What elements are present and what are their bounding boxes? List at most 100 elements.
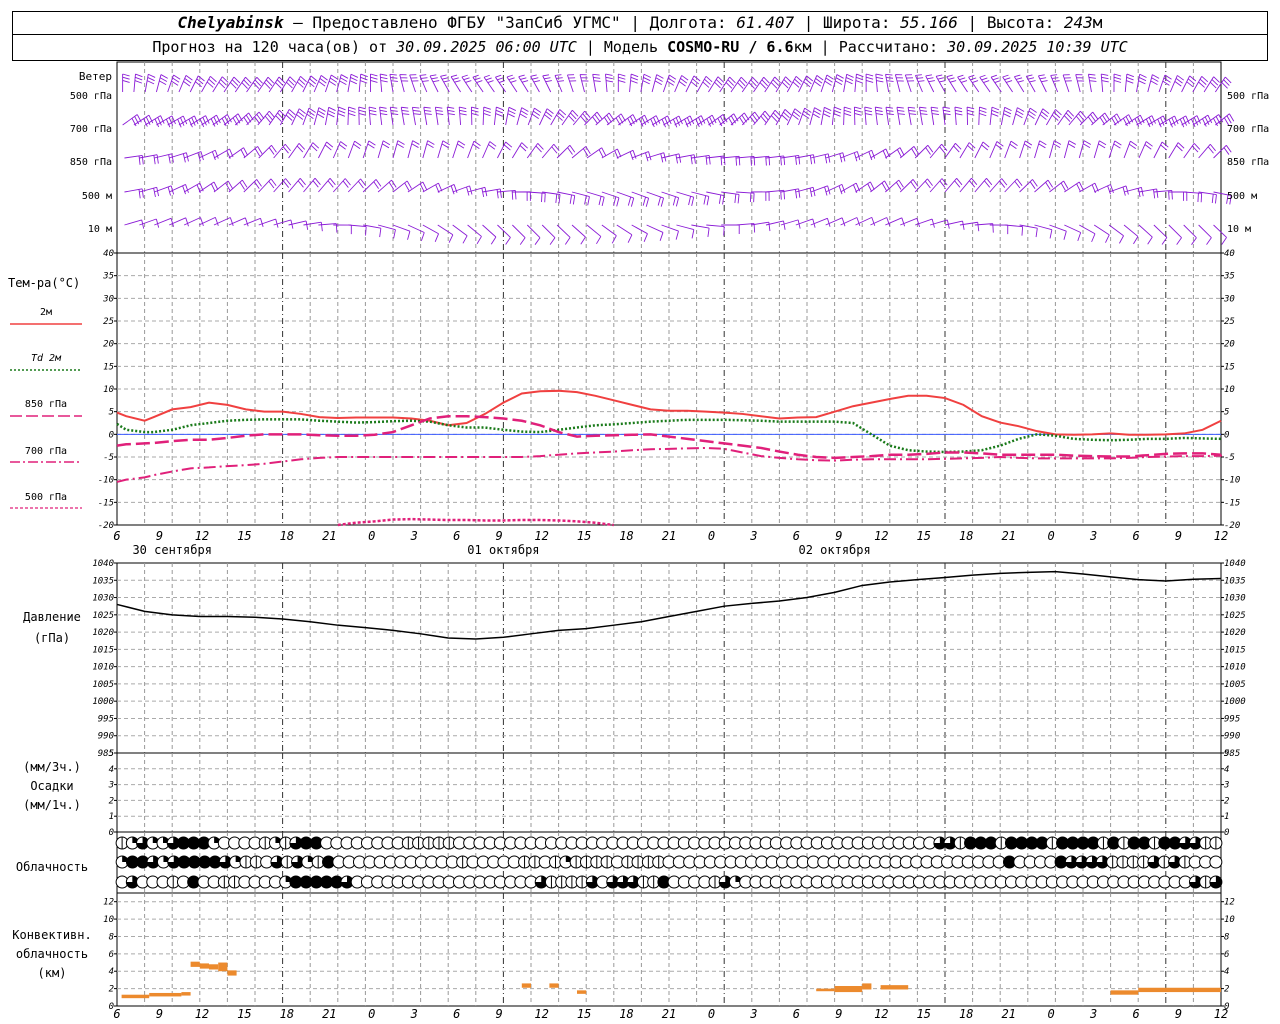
y-tick-label-right: 5 [1224,749,1229,759]
wind-barb [1138,141,1153,159]
y-tick-label-right: 20 [1224,340,1235,350]
y-tick-label: 990 [98,732,114,742]
wind-barb [1019,179,1038,193]
wind-barb [1063,140,1076,159]
wind-barb [567,74,577,93]
wind-barb [512,191,531,201]
wind-barb [919,106,928,126]
conv-title-3: (км) [38,966,67,980]
y-tick-label-right: 1025 [1224,611,1246,621]
wind-barb [617,73,626,93]
y-tick-label: 6 [109,950,114,960]
wind-barb [820,106,832,126]
wind-barb [288,177,306,193]
wind-barb [1213,224,1227,245]
conv-cloud-bar [1110,990,1139,995]
y-tick-label: 5 [109,408,114,418]
wind-barb [753,76,770,93]
x-hour-label-bottom: 12 [195,1007,209,1021]
wind-barb [631,191,650,207]
y-tick-label: 1000 [92,697,114,707]
cloud-title: Облачность [16,860,88,874]
y-tick-label-right: 1010 [1224,663,1246,673]
wind-barb [646,191,665,207]
wind-barb [601,191,620,207]
wind-barb [1078,140,1092,159]
wind-barb [1169,75,1185,93]
y-tick-label: 5 [109,749,114,759]
x-hour-label: 12 [874,529,888,543]
legend-td-label: Td 2м [31,353,62,364]
wind-barb [347,106,356,126]
wind-barb [629,73,639,93]
wind-barb [930,106,940,126]
wind-barb [730,76,748,93]
wind-barb [706,191,725,205]
x-hour-label: 9 [835,529,842,543]
x-hour-label: 12 [1214,529,1228,543]
x-hour-label: 15 [917,529,931,543]
wind-barb [730,112,750,126]
x-hour-label-bottom: 12 [534,1007,548,1021]
pressure-unit: (гПа) [34,631,70,645]
y-tick-label-right: 4 [1224,765,1229,775]
wind-barb [526,143,544,159]
wind-barb [419,74,429,93]
wind-barb [1002,74,1013,93]
y-tick-label: 35 [102,272,114,282]
wind-barb [497,224,511,245]
y-tick-label-right: 30 [1223,294,1235,304]
wind-barb [437,224,454,243]
y-tick-label: 10 [103,915,114,925]
wind-barb [944,177,963,193]
wind-barb [1158,74,1172,93]
y-tick-label-right: -10 [1224,476,1240,486]
wind-barb [347,140,362,159]
x-hour-label: 0 [1048,529,1055,543]
wind-barb [907,106,917,126]
wind-barb [541,143,560,159]
wind-barb [155,74,168,93]
meteogram: -20 -20-15 -15-10 -10-5 -50 05 510 1015 1520 2025… [8,61,1269,1021]
x-hour-label: 21 [1001,529,1015,543]
wind-barb [885,106,894,126]
y-tick-label: 995 [98,714,114,724]
y-tick-label-right: 990 [1224,732,1240,742]
wind-barb [472,74,484,93]
y-tick-label-right: 1035 [1224,576,1246,586]
wind-barb [601,224,617,244]
y-tick-label-right: 1020 [1224,628,1246,638]
x-hour-label: 6 [453,529,460,543]
conv-cloud-bar [577,990,587,994]
x-hour-label: 3 [410,529,418,543]
wind-barb [929,143,948,159]
x-hour-label-bottom: 3 [749,1007,757,1021]
y-tick-label-right: 12 [1224,898,1235,908]
wind-barb [243,146,263,159]
y-tick-label: 20 [103,340,114,350]
wind-barb [302,107,316,126]
wind-barb [324,74,339,93]
wind-barb [377,140,391,159]
wind-barb [530,74,540,93]
wind-barb [706,155,726,166]
conv-cloud-bar [121,994,150,999]
wind-barb [497,141,513,159]
y-tick-label: 1025 [92,611,114,621]
x-hour-label: 0 [708,529,715,543]
conv-cloud-bar [190,961,200,967]
y-tick-label: 1 [109,812,114,822]
x-hour-label: 9 [496,529,503,543]
wind-barb [1168,142,1185,159]
wind-barb [234,76,252,93]
wind-level-label-right: 10 м [1227,224,1251,235]
y-tick-label-right: 35 [1223,272,1235,282]
wind-level-label: 850 гПа [70,157,112,168]
wind-barb [989,224,1009,235]
x-hour-label-bottom: 9 [496,1007,503,1021]
y-tick-label-right: -15 [1224,498,1240,508]
x-hour-label: 12 [534,529,548,543]
x-hour-label-bottom: 15 [917,1007,931,1021]
y-tick-label-right: 2 [1224,796,1229,806]
y-tick-label-right: 3 [1223,781,1229,791]
